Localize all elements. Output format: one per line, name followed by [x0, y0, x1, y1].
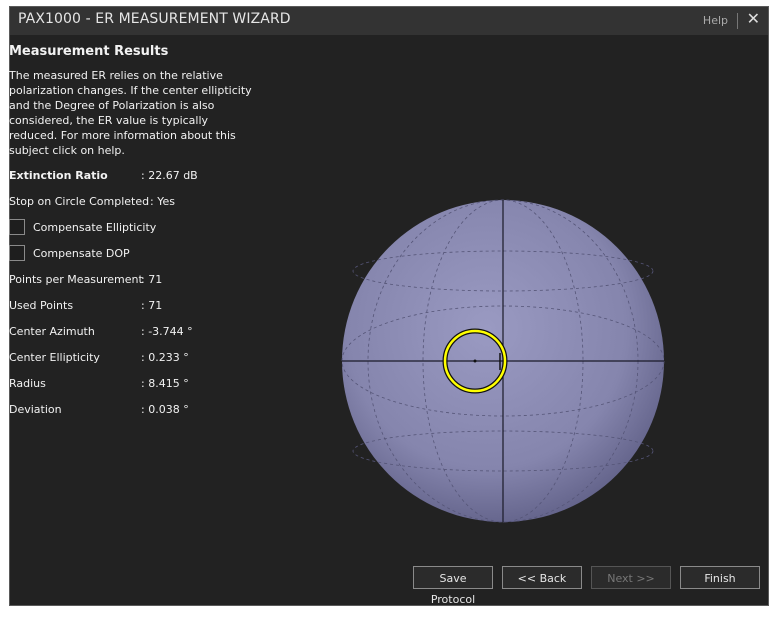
stop-on-circle-row: Stop on Circle Completed : Yes [9, 195, 259, 221]
finish-button[interactable]: Finish [680, 566, 760, 589]
radius-label: Radius [9, 377, 46, 390]
results-description: The measured ER relies on the relative p… [9, 69, 252, 157]
save-protocol-button[interactable]: Save Protocol [413, 566, 493, 606]
results-panel: Measurement Results The measured ER reli… [9, 44, 259, 429]
center-ellipticity-value: : 0.233 ° [141, 351, 189, 364]
checkbox-icon[interactable] [9, 219, 25, 235]
checkbox-icon[interactable] [9, 245, 25, 261]
center-azimuth-value: : -3.744 ° [141, 325, 193, 338]
compensate-dop-label: Compensate DOP [33, 247, 130, 260]
radius-row: Radius : 8.415 ° [9, 377, 259, 403]
deviation-value: : 0.038 ° [141, 403, 189, 416]
used-points-label: Used Points [9, 299, 74, 312]
extinction-ratio-value: : 22.67 dB [141, 169, 198, 182]
results-heading: Measurement Results [9, 44, 169, 59]
extinction-ratio-row: Extinction Ratio : 22.67 dB [9, 169, 259, 195]
next-button[interactable]: Next >> [591, 566, 671, 589]
radius-value: : 8.415 ° [141, 377, 189, 390]
window-title: PAX1000 - ER MEASUREMENT WIZARD [18, 11, 291, 27]
title-bar: PAX1000 - ER MEASUREMENT WIZARD Help ✕ [10, 7, 768, 35]
points-per-measurement-label: Points per Measurement [9, 273, 143, 286]
stop-on-circle-value: : Yes [150, 195, 175, 208]
circle-center-point [473, 359, 477, 363]
points-per-measurement-row: Points per Measurement : 71 [9, 273, 259, 299]
extinction-ratio-label: Extinction Ratio [9, 169, 108, 182]
compensate-dop-checkbox[interactable]: Compensate DOP [9, 245, 259, 273]
center-ellipticity-label: Center Ellipticity [9, 351, 100, 364]
close-icon[interactable]: ✕ [747, 9, 760, 28]
deviation-row: Deviation : 0.038 ° [9, 403, 259, 429]
points-per-measurement-value: : 71 [141, 273, 163, 286]
used-points-row: Used Points : 71 [9, 299, 259, 325]
deviation-label: Deviation [9, 403, 62, 416]
help-link[interactable]: Help [703, 14, 728, 27]
poincare-sphere-svg [341, 199, 665, 523]
center-azimuth-row: Center Azimuth : -3.744 ° [9, 325, 259, 351]
used-points-value: : 71 [141, 299, 163, 312]
back-button[interactable]: << Back [502, 566, 582, 589]
title-separator [737, 13, 738, 29]
stop-on-circle-label: Stop on Circle Completed [9, 195, 150, 208]
poincare-sphere [340, 198, 666, 524]
compensate-ellipticity-label: Compensate Ellipticity [33, 221, 157, 234]
center-azimuth-label: Center Azimuth [9, 325, 95, 338]
compensate-ellipticity-checkbox[interactable]: Compensate Ellipticity [9, 219, 259, 247]
center-ellipticity-row: Center Ellipticity : 0.233 ° [9, 351, 259, 377]
